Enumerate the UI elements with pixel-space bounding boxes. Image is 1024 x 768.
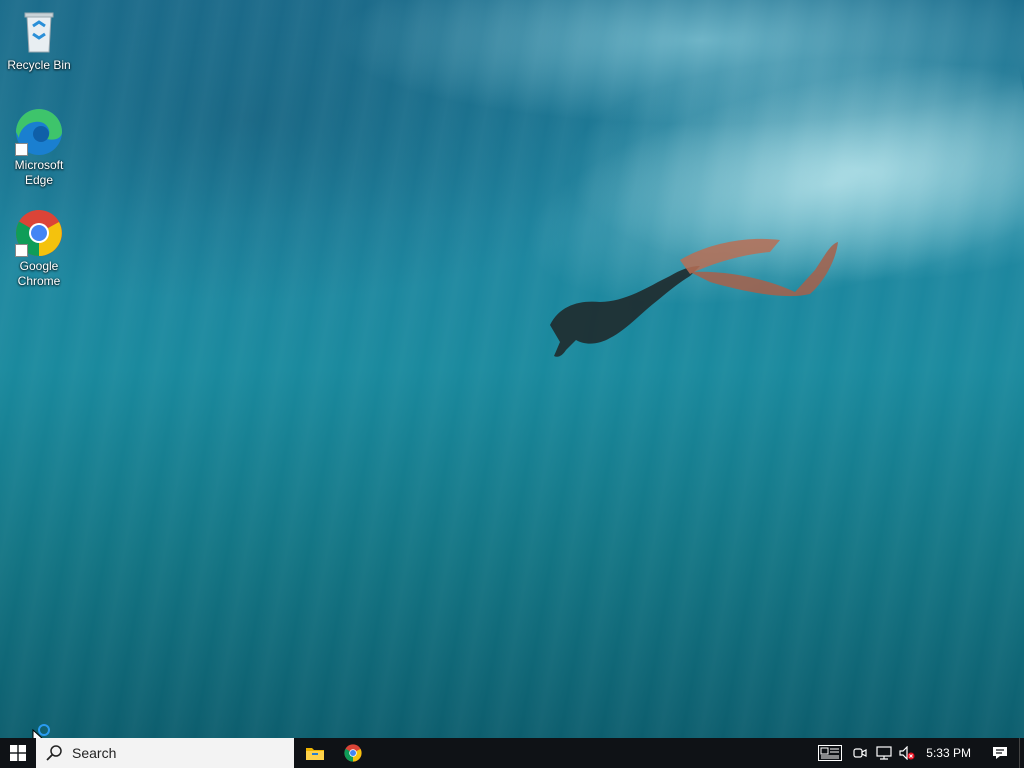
- shortcut-arrow-icon: [15, 143, 28, 156]
- show-desktop-button[interactable]: [1019, 738, 1024, 768]
- desktop-icon-microsoft-edge[interactable]: Microsoft Edge: [2, 108, 76, 188]
- news-widget-icon: [818, 745, 843, 761]
- taskbar-google-chrome[interactable]: [334, 738, 372, 768]
- notifications-icon: [993, 747, 1007, 759]
- desktop-icon-label: Microsoft Edge: [14, 158, 64, 187]
- network-button[interactable]: [872, 738, 896, 768]
- search-icon: [46, 745, 62, 761]
- desktop-icon-google-chrome[interactable]: Google Chrome: [2, 209, 76, 289]
- taskbar: Search 5:33 PM: [0, 738, 1024, 768]
- shortcut-arrow-icon: [15, 244, 28, 257]
- news-widget-button[interactable]: [812, 738, 848, 768]
- desktop-icon-label: Google Chrome: [17, 259, 61, 288]
- taskbar-search-box[interactable]: Search: [36, 738, 294, 768]
- start-button[interactable]: [0, 738, 36, 768]
- file-explorer-icon: [306, 748, 324, 760]
- search-placeholder: Search: [72, 745, 117, 761]
- desktop-icon-label: Recycle Bin: [7, 58, 71, 72]
- action-center-button[interactable]: [981, 738, 1019, 768]
- desktop-background: Recycle Bin Microsoft Edge Google Chrome: [0, 0, 1024, 738]
- google-chrome-icon: [15, 209, 63, 257]
- diver-wallpaper-figure: [550, 238, 838, 357]
- meet-now-button[interactable]: [848, 738, 872, 768]
- taskbar-clock[interactable]: 5:33 PM: [918, 738, 981, 768]
- network-icon: [876, 746, 892, 760]
- system-tray: 5:33 PM: [812, 738, 1024, 768]
- google-chrome-icon: [344, 744, 362, 762]
- volume-muted-icon: [899, 746, 915, 760]
- light-rays: [0, 0, 1024, 738]
- taskbar-file-explorer[interactable]: [296, 738, 334, 768]
- desktop-icon-recycle-bin[interactable]: Recycle Bin: [2, 8, 76, 73]
- meet-now-icon: [853, 748, 867, 758]
- volume-button[interactable]: [896, 738, 918, 768]
- recycle-bin-icon: [15, 8, 63, 56]
- microsoft-edge-icon: [15, 108, 63, 156]
- windows-logo-icon: [10, 745, 26, 761]
